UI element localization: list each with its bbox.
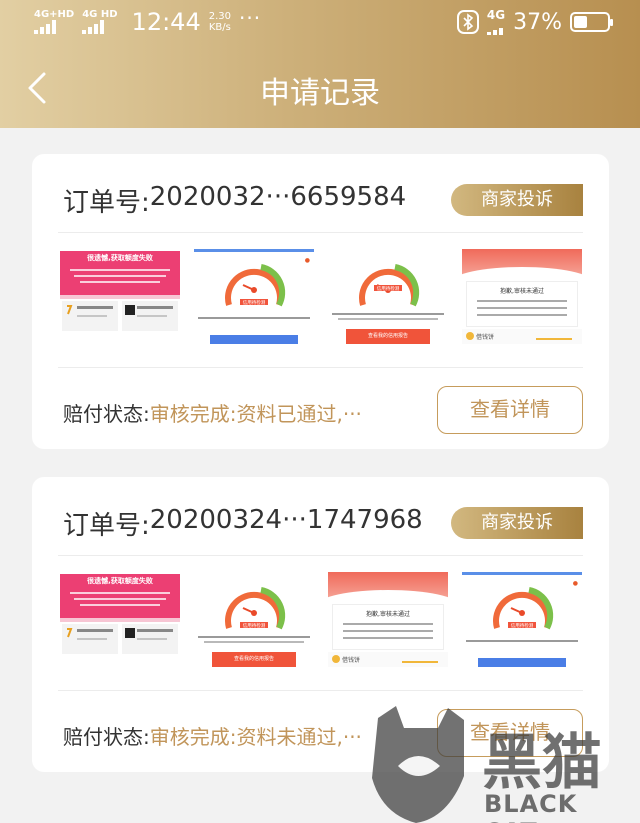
- thumbnail-title: 抱歉,审核未通过: [366, 611, 410, 618]
- gauge-icon: 信用待检测: [225, 587, 286, 630]
- gauge-tag: ●: [304, 257, 310, 264]
- order-label: 订单号:: [63, 188, 150, 218]
- app-tile: [62, 624, 118, 654]
- page-title: 申请记录: [260, 76, 380, 111]
- report-button: [478, 658, 566, 667]
- screenshot-thumbnails: 很遗憾,获取额度失败 ● 信用待检测 信用待检测 查看我的信用报告 抱歉,审核未…: [60, 249, 585, 344]
- watermark-english: BLACK CAT: [484, 790, 578, 823]
- network-type-right: 4G: [486, 8, 506, 22]
- screenshot-thumbnail[interactable]: 很遗憾,获取额度失败: [60, 572, 180, 667]
- header-bar: 4G+HD 4G HD 12:44 2.30 KB/s ··· 4G 37% 申…: [0, 0, 640, 128]
- thumbnail-title: 很遗憾,获取额度失败: [87, 577, 153, 585]
- payout-status-row: 赔付状态: 审核完成:资料已通过,···: [63, 398, 362, 427]
- merchant-complaint-button[interactable]: 商家投诉: [451, 184, 583, 216]
- screenshot-thumbnail[interactable]: 抱歉,审核未通过 借钱饼: [328, 572, 448, 667]
- order-label: 订单号:: [63, 511, 150, 541]
- status-value: 审核完成:资料未通过,···: [149, 725, 362, 749]
- thumbnail-footer: 借钱饼: [342, 657, 361, 664]
- order-number-row: 订单号: 20200324···1747968: [63, 505, 423, 542]
- thumbnail-footer: 借钱饼: [476, 334, 495, 341]
- thumbnail-title: 抱歉,审核未通过: [500, 288, 544, 295]
- speed-unit: KB/s: [208, 22, 231, 33]
- gauge-label: 信用待检测: [511, 622, 534, 629]
- clock: 12:44: [131, 8, 201, 36]
- screenshot-thumbnail[interactable]: ● 信用待检测: [462, 572, 582, 667]
- app-tile: [122, 624, 178, 654]
- view-details-button[interactable]: 查看详情: [437, 386, 583, 434]
- screenshot-thumbnail[interactable]: 很遗憾,获取额度失败: [60, 249, 180, 344]
- app-tile: [122, 301, 178, 331]
- gauge-label: 信用待检测: [377, 285, 400, 292]
- thumbnail-title: 很遗憾,获取额度失败: [87, 254, 153, 262]
- gauge-label: 信用待检测: [243, 299, 266, 306]
- gauge-icon: 信用待检测: [359, 264, 420, 307]
- order-number-row: 订单号: 2020032···6659584: [63, 182, 406, 219]
- more-notifications: ···: [238, 6, 262, 30]
- signal-icon: 4G HD: [82, 9, 118, 34]
- divider: [58, 232, 583, 233]
- battery-icon: [570, 12, 613, 32]
- signal-icon: 4G+HD: [34, 10, 74, 34]
- report-button: [210, 335, 298, 344]
- status-value: 审核完成:资料已通过,···: [149, 402, 362, 426]
- report-button: 查看我的信用报告: [346, 329, 430, 344]
- network-type: 4G HD: [82, 9, 118, 20]
- status-bar: 4G+HD 4G HD 12:44 2.30 KB/s ··· 4G 37%: [0, 0, 640, 46]
- screenshot-thumbnail[interactable]: 信用待检测 查看我的信用报告: [328, 249, 448, 344]
- divider: [58, 367, 583, 368]
- gauge-icon: 信用待检测: [225, 264, 286, 307]
- status-label: 赔付状态:: [63, 402, 150, 426]
- gauge-tag: ●: [572, 580, 578, 587]
- network-type: 4G+HD: [34, 9, 75, 20]
- battery-percent: 37%: [513, 9, 562, 35]
- payout-status-row: 赔付状态: 审核完成:资料未通过,···: [63, 721, 362, 750]
- network-speed: 2.30 KB/s: [209, 11, 231, 33]
- report-button: 查看我的信用报告: [212, 652, 296, 667]
- screenshot-thumbnails: 很遗憾,获取额度失败 信用待检测 查看我的信用报告 抱歉,审核未通过 借钱饼 ●…: [60, 572, 585, 667]
- merchant-complaint-button[interactable]: 商家投诉: [451, 507, 583, 539]
- order-card: 订单号: 2020032···6659584 商家投诉 很遗憾,获取额度失败 ●…: [32, 154, 609, 449]
- bluetooth-icon: [456, 10, 479, 34]
- screenshot-thumbnail[interactable]: 抱歉,审核未通过 借钱饼: [462, 249, 582, 344]
- order-number: 2020032···6659584: [149, 182, 407, 212]
- status-label: 赔付状态:: [63, 725, 150, 749]
- order-number: 20200324···1747968: [149, 505, 423, 535]
- report-button-label: 查看我的信用报告: [367, 333, 408, 339]
- watermark-chinese: 黑猫: [482, 728, 602, 798]
- screenshot-thumbnail[interactable]: 信用待检测 查看我的信用报告: [194, 572, 314, 667]
- screenshot-thumbnail[interactable]: ● 信用待检测: [194, 249, 314, 344]
- signal-icon: 4G: [486, 8, 506, 35]
- gauge-label: 信用待检测: [243, 622, 266, 629]
- app-tile: [62, 301, 118, 331]
- divider: [58, 555, 583, 556]
- report-button-label: 查看我的信用报告: [233, 656, 274, 662]
- divider: [58, 690, 583, 691]
- speed-value: 2.30: [208, 11, 231, 22]
- gauge-icon: 信用待检测: [493, 587, 554, 630]
